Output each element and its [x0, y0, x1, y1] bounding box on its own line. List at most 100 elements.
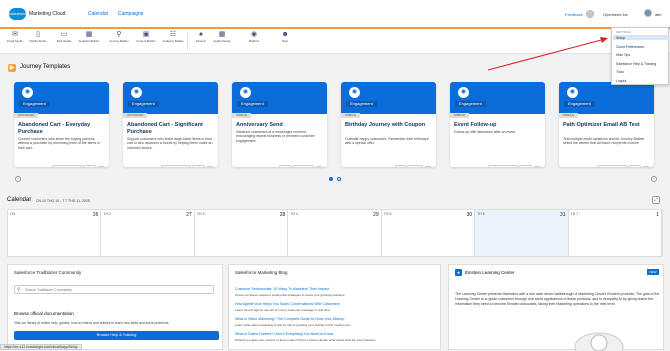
calendar-day-cell[interactable]: TH 4 29 [288, 210, 382, 256]
toolbar-mobile-button[interactable]: ▯ Mobile Studio [27, 31, 49, 43]
community-panel: Salesforce Trailblazer Community ⚲ Searc… [7, 264, 223, 350]
carousel-prev-button[interactable]: ‹ [15, 176, 21, 182]
day-number: 30 [466, 212, 473, 218]
feedback-link[interactable]: Feedback [565, 12, 583, 17]
top-bar: salesforce Marketing Cloud Calendar Camp… [0, 0, 670, 28]
toolbar-label: Web Studio [56, 39, 72, 43]
calendar-heading: Calendar [7, 197, 32, 203]
search-placeholder: Search Trailblazer Community [25, 288, 72, 292]
toolbar-label: Nest [282, 39, 288, 43]
learning-center-icon: ★ [455, 269, 462, 276]
calendar-day-cell[interactable]: TH 6 31 [475, 210, 569, 256]
calendar-day-cell[interactable]: TH 5 30 [382, 210, 476, 256]
toolbar-analytics-button[interactable]: ▦ Analytics Builder [78, 31, 100, 43]
journey-template-card[interactable]: ◉ Engagement SIMPLE Anniversary Send Influen… [232, 82, 327, 167]
settings-item-hide-tips[interactable]: Hide Tips [616, 53, 630, 57]
journey-template-card[interactable]: ◉ Engagement ADVANCED Abandoned Cart - Ever… [14, 82, 109, 167]
journey-template-card[interactable]: ◉ Engagement ADVANCED Abandoned Cart - Sign… [123, 82, 218, 167]
journey-template-card[interactable]: ◉ Engagement SIMPLE Event Follow-up Follow-u… [450, 82, 545, 167]
settings-item-trust[interactable]: Trust [616, 70, 624, 74]
browse-help-button[interactable]: Browse Help & Training [14, 331, 219, 340]
calendar-day-cell[interactable]: CN 26 [8, 210, 102, 256]
user-menu[interactable]: atin [655, 12, 661, 17]
blog-article-summary: Learn how AI agents can act on every cus… [235, 308, 331, 312]
more-options-icon[interactable]: ••• [315, 166, 323, 167]
toolbar-label: Email Studio [7, 39, 23, 43]
learning-title: Einstein Learning Center [465, 270, 515, 275]
salesforce-logo[interactable]: salesforce [9, 8, 27, 20]
engagement-icon: ◉ [240, 87, 251, 98]
content-icon: ▣ [142, 31, 150, 38]
toolbar-content-button[interactable]: ▣ Content Builder [135, 31, 157, 43]
app-brand: Marketing Cloud [29, 11, 66, 17]
blog-article-summary: Learn what video marketing is and its ro… [235, 323, 351, 327]
carousel-dot-1[interactable] [329, 177, 333, 181]
toolbar-web-button[interactable]: ▭ Web Studio [53, 31, 75, 43]
day-name: TH 6 [477, 212, 485, 216]
settings-item-salesforce-help-training[interactable]: Salesforce Help & Training [616, 62, 656, 66]
calendar-day-cell[interactable]: TH 2 27 [101, 210, 195, 256]
blog-article-link[interactable]: What is Gated Content? Here's Everything… [235, 332, 333, 336]
account-switcher[interactable]: Opensend Inc [603, 12, 628, 17]
documentation-title: Browse official documentation [14, 311, 74, 316]
day-name: TH 3 [196, 212, 205, 216]
day-number: 31 [560, 212, 566, 218]
email-icon: ✉ [12, 31, 18, 38]
card-title: Abandoned Cart - Significant Purchase [127, 122, 203, 135]
community-search-input[interactable]: ⚲ Search Trailblazer Community [14, 285, 214, 294]
card-category: Engagement [455, 101, 486, 107]
journey-template-card[interactable]: ◉ Engagement SIMPLE Path Optimizer Email AB… [559, 82, 654, 167]
blog-article-link[interactable]: How AgentForce Helps You Spark Conversat… [235, 302, 340, 306]
card-title: Event Follow-up [454, 122, 497, 128]
card-level: ADVANCED [123, 113, 148, 118]
more-options-icon[interactable]: ••• [97, 166, 105, 167]
card-tags: EmailAnniversary••• [278, 156, 323, 167]
card-level: SIMPLE [341, 113, 361, 118]
more-options-icon[interactable]: ••• [642, 166, 650, 167]
calendar-day-cell[interactable]: TH 3 28 [195, 210, 289, 256]
blog-article-summary: Check out these customer testimonial str… [235, 293, 346, 297]
blog-article-link[interactable]: Customer Testimonials: 10 Ways To Maximi… [235, 287, 329, 291]
card-description: Cultivate happy customers. Remember thei… [345, 137, 429, 146]
journey-template-card[interactable]: ◉ Engagement SIMPLE Birthday Journey with C… [341, 82, 436, 167]
toolbar-platform-button[interactable]: ◉ Platform [243, 31, 265, 43]
day-number: 27 [186, 212, 192, 218]
more-options-icon[interactable]: ••• [424, 166, 432, 167]
card-level: SIMPLE [450, 113, 470, 118]
more-options-icon[interactable]: ••• [206, 166, 214, 167]
toolbar-nest-button[interactable]: ☻ Nest [274, 31, 296, 43]
toolbar-einstein-button[interactable]: ♠ Einstein [190, 31, 212, 43]
card-level: SIMPLE [232, 113, 252, 118]
carousel-next-button[interactable]: › [651, 176, 657, 182]
card-level: SIMPLE [559, 113, 579, 118]
card-tag: Existing Customers [160, 165, 191, 167]
engagement-icon: ◉ [131, 87, 142, 98]
carousel-dot-2[interactable] [337, 177, 341, 181]
card-tags: Existing CustomersEmail••• [160, 156, 214, 167]
toolbar-email-button[interactable]: ✉ Email Studio [4, 31, 26, 43]
blog-article-link[interactable]: What is Video Marketing? The Complete Gu… [235, 317, 344, 321]
toolbar-journey-button[interactable]: ⚲ Journey Builder [108, 31, 130, 43]
toolbar-audience-button[interactable]: ☷ Audience Builder [162, 31, 184, 43]
toolbar-appexchange-button[interactable]: ▦ AppExchange [211, 31, 233, 43]
more-options-icon[interactable]: ••• [533, 166, 541, 167]
nest-icon: ☻ [281, 31, 289, 38]
settings-item-setup[interactable]: Setup [616, 36, 625, 40]
settings-item-cloud-preferences[interactable]: Cloud Preferences [616, 45, 644, 49]
nav-calendar[interactable]: Calendar [88, 11, 108, 17]
engagement-icon: ◉ [349, 87, 360, 98]
card-title: Birthday Journey with Coupon [345, 122, 426, 128]
search-icon: ⚲ [17, 287, 21, 293]
expand-icon[interactable]: ⤢ [652, 196, 660, 204]
card-category: Engagement [346, 101, 377, 107]
day-number: 28 [279, 212, 286, 218]
toolbar-label: Journey Builder [109, 39, 129, 43]
user-avatar[interactable] [644, 9, 652, 17]
day-name: TH 2 [103, 212, 112, 216]
card-tag: Existing Customers [596, 165, 627, 167]
nav-campaigns[interactable]: Campaigns [118, 11, 143, 17]
calendar-day-cell[interactable]: TH 7 1 [569, 210, 662, 256]
settings-item-logout[interactable]: Logout [616, 79, 626, 83]
settings-dropdown: SETTINGS Setup Cloud Preferences Hide Tips… [611, 27, 669, 85]
appexchange-icon: ▦ [218, 31, 226, 38]
